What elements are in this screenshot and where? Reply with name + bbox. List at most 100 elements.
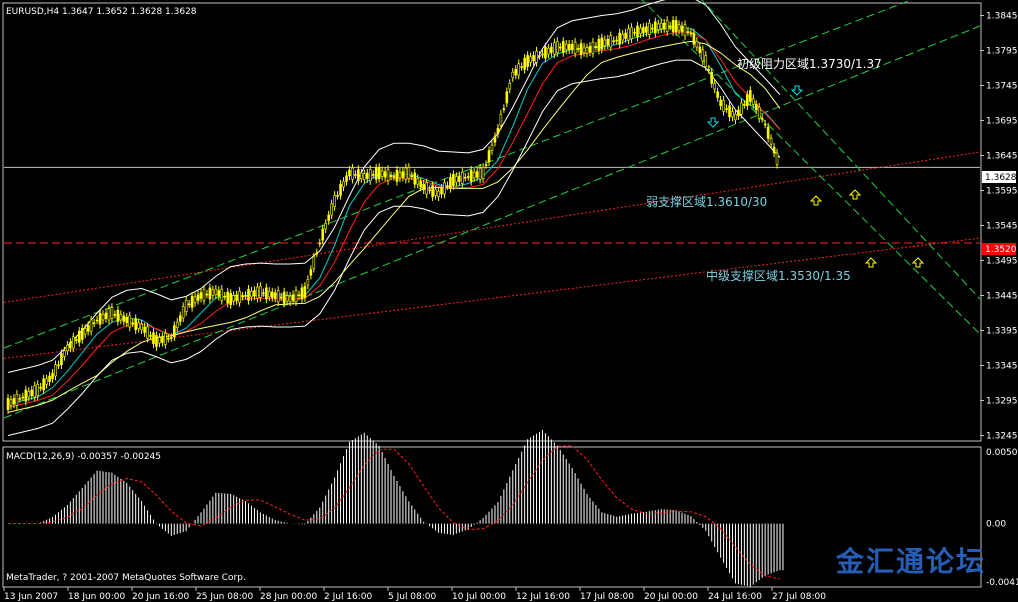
candle-body bbox=[639, 27, 642, 35]
candle-body bbox=[33, 385, 37, 398]
candle-body bbox=[167, 337, 170, 340]
y-tick-label: 1.3395 bbox=[986, 327, 1018, 337]
x-tick-label: 20 Jul 00:00 bbox=[644, 592, 698, 602]
candle-body bbox=[21, 396, 25, 399]
annotation-weak-support: 弱支撑区域1.3610/30 bbox=[646, 194, 767, 209]
candle-body bbox=[95, 319, 99, 322]
candle-body bbox=[285, 295, 289, 302]
candle-body bbox=[119, 314, 123, 321]
candle-body bbox=[538, 55, 541, 57]
candle-body bbox=[57, 364, 60, 367]
candle-body bbox=[128, 315, 132, 328]
candle-body bbox=[51, 372, 54, 380]
y-tick-label: 1.3545 bbox=[986, 222, 1018, 232]
candle-body bbox=[659, 22, 663, 30]
candle-body bbox=[143, 326, 146, 333]
candle-body bbox=[769, 138, 773, 145]
candle-body bbox=[508, 83, 512, 90]
candle-body bbox=[155, 335, 158, 347]
candle-body bbox=[288, 295, 292, 303]
marked-price-label: 1.3520 bbox=[985, 245, 1017, 255]
candle-body bbox=[134, 318, 137, 331]
candle-body bbox=[172, 325, 176, 338]
candle-body bbox=[92, 322, 96, 325]
candle-body bbox=[553, 42, 556, 55]
candle-body bbox=[69, 342, 72, 349]
candle-body bbox=[630, 27, 633, 39]
candle-body bbox=[9, 399, 13, 406]
candle-body bbox=[146, 326, 149, 339]
candle-body bbox=[187, 303, 191, 306]
candle-body bbox=[760, 118, 764, 120]
candle-body bbox=[615, 39, 618, 42]
candle-body bbox=[665, 20, 669, 32]
candle-body bbox=[374, 167, 378, 180]
candle-body bbox=[86, 325, 90, 332]
candle-body bbox=[241, 295, 244, 298]
x-tick-label: 2 Jul 16:00 bbox=[324, 592, 373, 602]
candle-body bbox=[45, 378, 48, 385]
candle-body bbox=[475, 171, 479, 178]
candle-body bbox=[668, 25, 672, 28]
candle-body bbox=[567, 43, 571, 51]
candle-body bbox=[66, 344, 69, 352]
candle-body bbox=[570, 43, 574, 51]
candle-body bbox=[437, 190, 440, 198]
candle-body bbox=[751, 98, 755, 105]
price-chart: 1.3845 1.3795 1.3745 1.3695 1.3645 1.3595 1.35… bbox=[2, 0, 1018, 602]
candle-body bbox=[294, 290, 298, 303]
candle-body bbox=[321, 228, 325, 241]
candle-body bbox=[279, 296, 283, 299]
candle-body bbox=[618, 32, 621, 45]
candle-body bbox=[472, 172, 476, 179]
candle-body bbox=[220, 288, 224, 301]
candle-body bbox=[731, 111, 734, 118]
candle-body bbox=[205, 293, 209, 296]
candle-body bbox=[232, 295, 235, 302]
candle-body bbox=[140, 323, 143, 331]
candle-body bbox=[740, 102, 743, 115]
candle-body bbox=[273, 292, 277, 299]
candle-body bbox=[603, 39, 607, 46]
candle-body bbox=[137, 322, 140, 329]
candle-body bbox=[680, 25, 684, 32]
candle-body bbox=[158, 337, 161, 344]
y-tick-label: 1.3295 bbox=[986, 397, 1018, 407]
candle-body bbox=[196, 294, 200, 301]
candle-body bbox=[656, 23, 660, 30]
candle-body bbox=[556, 41, 559, 53]
candle-body bbox=[579, 43, 583, 55]
candle-body bbox=[309, 269, 313, 276]
candle-body bbox=[529, 56, 532, 63]
candle-body bbox=[446, 185, 449, 187]
candle-body bbox=[588, 45, 592, 53]
candle-body bbox=[674, 20, 678, 32]
candle-body bbox=[303, 286, 307, 298]
candle-body bbox=[597, 38, 601, 51]
macd-y-tick-label: 0.00 bbox=[986, 520, 1006, 530]
y-tick-label: 1.3495 bbox=[986, 257, 1018, 267]
candle-body bbox=[208, 287, 212, 300]
candle-body bbox=[365, 172, 369, 179]
candle-body bbox=[636, 25, 639, 38]
candle-body bbox=[428, 189, 431, 192]
candle-body bbox=[244, 295, 247, 297]
candle-body bbox=[514, 69, 518, 76]
x-tick-label: 18 Jun 00:00 bbox=[68, 592, 125, 602]
candle-body bbox=[199, 292, 203, 299]
candle-body bbox=[431, 185, 434, 198]
candle-body bbox=[749, 90, 752, 102]
candle-body bbox=[24, 389, 28, 402]
candle-body bbox=[324, 223, 328, 230]
candle-body bbox=[395, 169, 399, 182]
candle-body bbox=[389, 175, 393, 178]
candle-body bbox=[54, 364, 57, 377]
candle-body bbox=[651, 27, 654, 30]
candle-body bbox=[333, 195, 336, 207]
candle-body bbox=[493, 136, 497, 143]
candle-body bbox=[662, 22, 666, 30]
annotation-resistance: 初级阻力区域1.3730/1.37 bbox=[737, 57, 882, 71]
candle-body bbox=[184, 300, 188, 312]
candle-body bbox=[425, 182, 428, 195]
candle-body bbox=[511, 71, 515, 79]
